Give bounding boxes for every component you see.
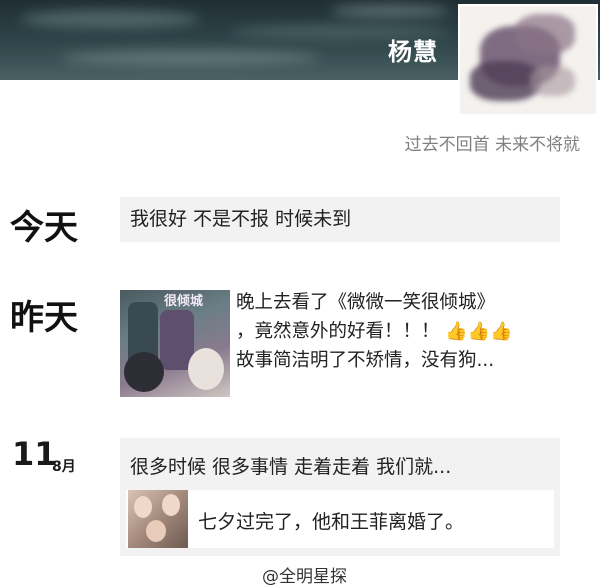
date-label-today: 今天 [10,208,78,248]
date-label-day: 11 [12,435,57,473]
profile-signature: 过去不回首 未来不将就 [404,135,580,155]
post-yesterday-line2-text: ，竟然意外的好看！！！ [236,321,440,342]
poster-title: 很倾城 [164,294,204,309]
thumbs-up-icon: 👍👍👍 [445,321,513,342]
shared-link-text: 七夕过完了，他和王菲离婚了。 [198,511,465,533]
post-yesterday-line1: 晚上去看了《微微一笑很倾城》 [236,292,496,313]
post-today[interactable]: 我很好 不是不报 时候未到 [120,197,560,242]
post-thumbnail-movie-poster[interactable]: 很倾城 [120,290,230,397]
watermark: @全明星探 [262,567,347,587]
post-yesterday-line2: ，竟然意外的好看！！！ 👍👍👍 [236,317,576,346]
post-yesterday-line3: 故事简洁明了不矫情，没有狗... [236,350,495,371]
post-aug11[interactable]: 很多时候 很多事情 走着走着 我们就... 七夕过完了，他和王菲离婚了。 [120,438,560,556]
shared-link-card[interactable]: 七夕过完了，他和王菲离婚了。 [126,490,554,548]
post-aug11-text: 很多时候 很多事情 走着走着 我们就... [130,456,452,478]
avatar[interactable] [458,4,598,116]
date-label-month: 8月 [52,459,76,475]
date-label-yesterday: 昨天 [10,298,78,338]
shared-thumbnail [128,490,188,548]
profile-name: 杨慧 [388,38,438,66]
post-yesterday[interactable]: 晚上去看了《微微一笑很倾城》 ，竟然意外的好看！！！ 👍👍👍 故事简洁明了不矫情… [236,288,576,375]
